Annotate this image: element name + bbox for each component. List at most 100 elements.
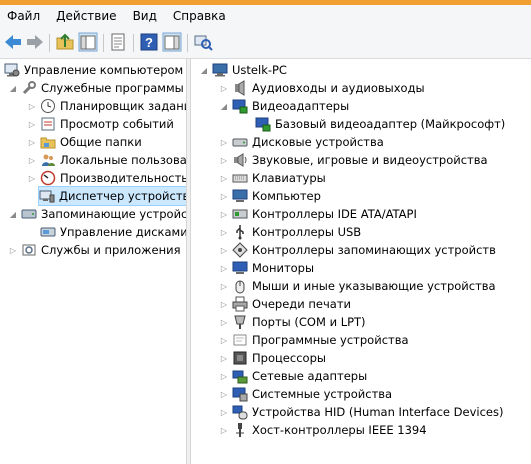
tree-label: Компьютер — [252, 189, 321, 203]
forward-icon[interactable] — [25, 32, 45, 52]
tree-item-disk-management[interactable]: Управление дисками — [40, 223, 186, 241]
tools-icon — [22, 81, 36, 95]
device-category-storage-controllers[interactable]: ▷ Контроллеры запоминающих устройств — [219, 241, 496, 259]
tree-label: Очереди печати — [252, 297, 351, 311]
shared-folder-icon — [40, 137, 56, 149]
up-folder-icon[interactable] — [55, 32, 75, 52]
device-basic-display-adapter[interactable]: Базовый видеоадаптер (Майкрософт) — [255, 115, 505, 133]
device-category-computer[interactable]: ▷ Компьютер — [219, 187, 321, 205]
tree-label: Базовый видеоадаптер (Майкрософт) — [275, 117, 506, 131]
device-category-keyboards[interactable]: ▷ Клавиатуры — [219, 169, 326, 187]
device-category-audio-io[interactable]: ▷ Аудиовходы и аудиовыходы — [219, 79, 425, 97]
collapse-arrow-icon[interactable]: ◢ — [8, 79, 18, 97]
collapse-arrow-icon[interactable]: ◢ — [219, 97, 229, 115]
expand-arrow-icon[interactable]: ▷ — [27, 133, 37, 151]
tree-item-performance[interactable]: ▷ Производительность — [27, 169, 186, 187]
expand-arrow-icon[interactable]: ▷ — [219, 205, 229, 223]
menu-action[interactable]: Действие — [48, 5, 124, 28]
expand-arrow-icon[interactable]: ▷ — [219, 187, 229, 205]
device-category-ports[interactable]: ▷ Порты (COM и LPT) — [219, 313, 366, 331]
expand-arrow-icon[interactable]: ▷ — [219, 313, 229, 331]
storage-icon — [21, 209, 37, 219]
device-category-ieee1394[interactable]: ▷ Хост-контроллеры IEEE 1394 — [219, 421, 427, 439]
tree-item-system-tools[interactable]: ◢ Служебные программы — [8, 79, 184, 97]
tree-item-computer-root[interactable]: ◢ Ustelk-PC — [199, 61, 287, 79]
device-category-usb-controllers[interactable]: ▷ Контроллеры USB — [219, 223, 361, 241]
sound-icon — [234, 153, 247, 167]
clock-icon — [41, 99, 55, 113]
tree-item-computer-management[interactable]: Управление компьютером (л — [4, 61, 186, 79]
device-category-processors[interactable]: ▷ Процессоры — [219, 349, 326, 367]
device-category-software-devices[interactable]: ▷ Программные устройства — [219, 331, 409, 349]
tree-label: Ustelk-PC — [232, 63, 287, 77]
expand-arrow-icon[interactable]: ▷ — [27, 115, 37, 133]
tree-label: Управление компьютером (л — [24, 63, 186, 77]
software-device-icon — [233, 334, 247, 346]
tree-label: Сетевые адаптеры — [252, 369, 368, 383]
device-category-display-adapters[interactable]: ◢ Видеоадаптеры — [219, 97, 349, 115]
expand-arrow-icon[interactable]: ▷ — [219, 79, 229, 97]
expand-arrow-icon[interactable]: ▷ — [219, 277, 229, 295]
device-category-network-adapters[interactable]: ▷ Сетевые адаптеры — [219, 367, 367, 385]
tree-label: Дисковые устройства — [252, 135, 384, 149]
tree-label: Мониторы — [252, 261, 315, 275]
tree-item-storage[interactable]: ◢ Запоминающие устройст — [8, 205, 186, 223]
tree-item-event-viewer[interactable]: ▷ Просмотр событий — [27, 115, 174, 133]
menu-view[interactable]: Вид — [125, 5, 165, 28]
tree-item-services[interactable]: ▷ Службы и приложения — [8, 241, 181, 259]
tree-item-device-manager[interactable]: Диспетчер устройств — [38, 186, 186, 206]
tree-label: Контроллеры USB — [252, 225, 362, 239]
computer-icon — [212, 63, 228, 77]
action-pane-icon[interactable] — [162, 32, 182, 52]
tree-label: Звуковые, игровые и видеоустройства — [252, 153, 488, 167]
device-category-hid[interactable]: ▷ Устройства HID (Human Interface Device… — [219, 403, 503, 421]
device-category-sound-video[interactable]: ▷ Звуковые, игровые и видеоустройства — [219, 151, 488, 169]
expand-arrow-icon[interactable]: ▷ — [219, 349, 229, 367]
help-icon[interactable]: ? — [139, 32, 159, 52]
expand-arrow-icon[interactable]: ▷ — [219, 259, 229, 277]
expand-arrow-icon[interactable]: ▷ — [219, 151, 229, 169]
expand-arrow-icon[interactable]: ▷ — [219, 367, 229, 385]
expand-arrow-icon[interactable]: ▷ — [219, 295, 229, 313]
expand-arrow-icon[interactable]: ▷ — [219, 169, 229, 187]
disk-drive-icon — [232, 138, 248, 147]
tree-item-task-scheduler[interactable]: ▷ Планировщик заданий — [27, 97, 186, 115]
expand-arrow-icon[interactable]: ▷ — [219, 331, 229, 349]
tree-label: Аудиовходы и аудиовыходы — [252, 81, 425, 95]
device-category-disk-drives[interactable]: ▷ Дисковые устройства — [219, 133, 384, 151]
menu-help[interactable]: Справка — [165, 5, 234, 28]
device-category-monitors[interactable]: ▷ Мониторы — [219, 259, 314, 277]
properties-icon[interactable] — [108, 32, 128, 52]
expand-arrow-icon[interactable]: ▷ — [219, 223, 229, 241]
device-category-mice[interactable]: ▷ Мыши и иные указывающие устройства — [219, 277, 496, 295]
expand-arrow-icon[interactable]: ▷ — [8, 241, 18, 259]
scan-hardware-icon[interactable] — [193, 32, 213, 52]
expand-arrow-icon[interactable]: ▷ — [219, 403, 229, 421]
tree-item-shared-folders[interactable]: ▷ Общие папки — [27, 133, 142, 151]
display-adapter-icon — [255, 117, 271, 132]
menu-file[interactable]: Файл — [0, 5, 48, 28]
ide-controller-icon — [232, 209, 248, 219]
tree-label: Хост-контроллеры IEEE 1394 — [252, 423, 427, 437]
show-hide-tree-icon[interactable] — [78, 32, 98, 52]
expand-arrow-icon[interactable]: ▷ — [219, 421, 229, 439]
tree-label: Локальные пользовате — [60, 153, 186, 167]
tree-label: Контроллеры запоминающих устройств — [252, 243, 496, 257]
back-icon[interactable] — [3, 32, 23, 52]
expand-arrow-icon[interactable]: ▷ — [27, 169, 37, 187]
collapse-arrow-icon[interactable]: ◢ — [8, 205, 18, 223]
expand-arrow-icon[interactable]: ▷ — [219, 241, 229, 259]
expand-arrow-icon[interactable]: ▷ — [219, 385, 229, 403]
tree-item-local-users[interactable]: ▷ Локальные пользовате — [27, 151, 186, 169]
tree-label: Видеоадаптеры — [252, 99, 350, 113]
device-category-print-queues[interactable]: ▷ Очереди печати — [219, 295, 351, 313]
expand-arrow-icon[interactable]: ▷ — [219, 133, 229, 151]
device-category-system-devices[interactable]: ▷ Системные устройства — [219, 385, 392, 403]
device-category-ide-controllers[interactable]: ▷ Контроллеры IDE ATA/ATAPI — [219, 205, 417, 223]
expand-arrow-icon[interactable]: ▷ — [27, 97, 37, 115]
storage-controller-icon — [232, 242, 248, 258]
expand-arrow-icon[interactable]: ▷ — [27, 151, 37, 169]
collapse-arrow-icon[interactable]: ◢ — [199, 61, 209, 79]
monitor-icon — [232, 261, 248, 274]
tree-label: Контроллеры IDE ATA/ATAPI — [252, 207, 417, 221]
